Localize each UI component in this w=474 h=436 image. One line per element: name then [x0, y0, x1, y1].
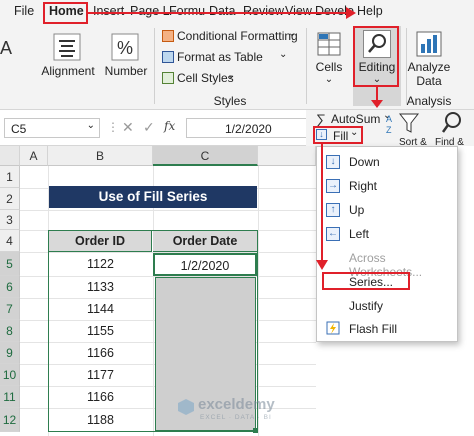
- column-header-d[interactable]: [258, 146, 316, 166]
- sort-filter-icon: A Z: [386, 112, 422, 136]
- fill-up-item[interactable]: Up: [349, 203, 364, 217]
- sheet-title[interactable]: Use of Fill Series: [49, 186, 257, 208]
- svg-text:A: A: [386, 114, 392, 124]
- number-button-label[interactable]: Number: [100, 64, 152, 78]
- name-box-value: C5: [11, 122, 27, 136]
- cell-styles-icon: [162, 72, 174, 84]
- autosum-button[interactable]: AutoSum: [331, 112, 380, 126]
- arrow-fill-to-series: [316, 144, 328, 270]
- gridline: [20, 210, 316, 211]
- row-header[interactable]: 2: [0, 188, 20, 210]
- row-header[interactable]: 5: [0, 252, 20, 276]
- row-header[interactable]: 9: [0, 342, 20, 364]
- header-order-date[interactable]: Order Date: [153, 231, 257, 252]
- row-header[interactable]: 3: [0, 210, 20, 230]
- column-header-b[interactable]: B: [48, 146, 153, 166]
- series-highlight: [322, 272, 410, 290]
- watermark-subtext: EXCEL · DATA · BI: [200, 414, 272, 421]
- arrow-editing-down: [371, 86, 383, 108]
- find-select-icon: [440, 110, 466, 136]
- order-id-cell[interactable]: 1188: [49, 409, 152, 431]
- column-header-c[interactable]: C: [153, 146, 258, 166]
- row-header[interactable]: 8: [0, 320, 20, 342]
- home-tab-highlight: [43, 2, 88, 24]
- fill-justify-item[interactable]: Justify: [349, 299, 383, 313]
- alignment-icon[interactable]: [52, 32, 82, 62]
- row-header[interactable]: 7: [0, 298, 20, 320]
- ribbon: A Alignment % Number Conditional Formatt…: [0, 24, 474, 110]
- row-header[interactable]: 6: [0, 276, 20, 298]
- row-header[interactable]: 11: [0, 386, 20, 408]
- font-partial-icon: A: [0, 34, 16, 64]
- function-icon[interactable]: fx: [164, 119, 175, 133]
- chevron-down-icon: ⌄: [324, 74, 334, 85]
- fill-dropdown-menu: ↓ Down → Right ↑ Up ← Left Across Worksh…: [316, 146, 458, 342]
- order-date-cell-active[interactable]: 1/2/2020: [153, 253, 257, 276]
- cell-styles-button[interactable]: Cell Styles: [177, 71, 234, 85]
- header-order-id[interactable]: Order ID: [49, 231, 152, 252]
- tab-help[interactable]: Help: [357, 4, 383, 18]
- editing-highlight: [353, 26, 399, 87]
- more-options-icon: ⋮: [107, 120, 119, 134]
- analyze-data-label-2[interactable]: Data: [406, 74, 452, 88]
- format-table-icon: [162, 51, 174, 63]
- chevron-down-icon: ⌄: [288, 28, 297, 39]
- order-id-cell[interactable]: 1122: [49, 253, 152, 276]
- alignment-button-label[interactable]: Alignment: [40, 64, 96, 78]
- order-id-cell[interactable]: 1166: [49, 387, 152, 408]
- arrow-home-to-editing: [88, 7, 356, 19]
- chevron-down-icon: ⌄: [227, 70, 236, 81]
- order-id-cell[interactable]: 1166: [49, 343, 152, 364]
- fill-down-item[interactable]: Down: [349, 155, 380, 169]
- row-header[interactable]: 12: [0, 408, 20, 432]
- formula-value: 1/2/2020: [225, 122, 272, 136]
- group-separator: [154, 28, 155, 104]
- order-id-cell[interactable]: 1177: [49, 365, 152, 386]
- row-header[interactable]: 4: [0, 230, 20, 252]
- watermark-text: exceldemy: [198, 396, 275, 413]
- group-separator: [306, 28, 307, 104]
- autosum-icon: ∑: [316, 111, 326, 127]
- order-id-cell[interactable]: 1144: [49, 299, 152, 320]
- name-box[interactable]: C5 ⌄: [4, 118, 100, 138]
- svg-text:%: %: [117, 38, 133, 58]
- analysis-group-label: Analysis: [406, 94, 452, 108]
- svg-text:A: A: [0, 38, 12, 58]
- analyze-data-icon[interactable]: [414, 30, 444, 58]
- chevron-down-icon: ⌄: [86, 120, 95, 131]
- row-header[interactable]: 10: [0, 364, 20, 386]
- percent-icon[interactable]: %: [110, 32, 140, 62]
- check-icon[interactable]: ✓: [143, 119, 155, 136]
- conditional-formatting-button[interactable]: Conditional Formatting: [177, 29, 298, 43]
- flash-fill-icon: [326, 321, 340, 335]
- cells-button-label[interactable]: Cells: [310, 60, 348, 74]
- analyze-data-label-1[interactable]: Analyze: [406, 60, 452, 74]
- styles-group-label: Styles: [213, 94, 247, 108]
- column-header-a[interactable]: A: [20, 146, 48, 166]
- fill-handle[interactable]: [253, 428, 258, 433]
- conditional-formatting-icon: [162, 30, 174, 42]
- tab-file[interactable]: File: [14, 4, 34, 18]
- fill-right-item[interactable]: Right: [349, 179, 377, 193]
- flash-fill-item[interactable]: Flash Fill: [349, 322, 397, 336]
- exceldemy-watermark: exceldemy EXCEL · DATA · BI: [178, 396, 298, 428]
- cells-icon[interactable]: [316, 30, 342, 58]
- select-all-corner[interactable]: [0, 146, 20, 166]
- cancel-icon[interactable]: ✕: [122, 119, 134, 136]
- fill-highlight: [313, 126, 363, 144]
- order-id-cell[interactable]: 1155: [49, 321, 152, 342]
- fill-left-item[interactable]: Left: [349, 227, 369, 241]
- chevron-down-icon: ⌄: [279, 49, 288, 60]
- order-id-cell[interactable]: 1133: [49, 277, 152, 298]
- exceldemy-logo-icon: [178, 399, 194, 415]
- formula-input[interactable]: 1/2/2020: [186, 118, 310, 138]
- svg-text:Z: Z: [386, 125, 392, 135]
- format-as-table-button[interactable]: Format as Table: [177, 50, 263, 64]
- row-header[interactable]: 1: [0, 166, 20, 188]
